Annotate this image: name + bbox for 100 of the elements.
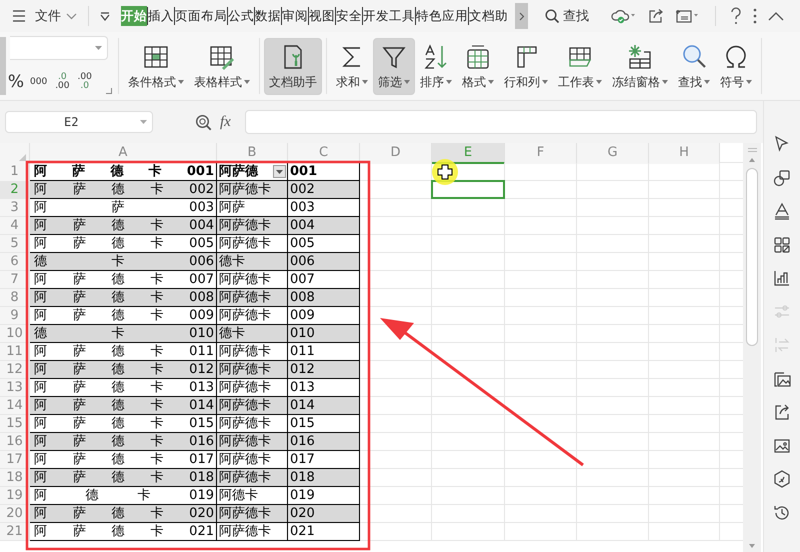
- table-style-button[interactable]: 表格样式: [189, 38, 255, 94]
- format-button[interactable]: 格式: [457, 38, 499, 94]
- table-cell: 阿 萨 德 卡 015: [30, 415, 217, 433]
- table-cell: 阿 萨 德 卡 002: [30, 181, 217, 199]
- share-icon[interactable]: [773, 403, 791, 421]
- worksheet-button[interactable]: 工作表: [553, 38, 607, 94]
- thousands-button[interactable]: 000: [30, 78, 48, 86]
- table-cell: 008: [288, 289, 360, 307]
- table-cell-text: 阿萨德卡: [219, 343, 271, 360]
- file-menu[interactable]: 文件: [35, 7, 61, 25]
- zoom-icon[interactable]: [195, 114, 212, 130]
- table-cell: 阿 萨 德 卡 008: [30, 289, 217, 307]
- split-handle-icon[interactable]: [748, 148, 756, 152]
- function-button[interactable]: fx: [220, 114, 231, 130]
- table-cell: 阿 德 卡 019: [30, 487, 217, 505]
- dialog-launcher-icon[interactable]: [106, 88, 112, 94]
- find-button[interactable]: 查找: [673, 38, 715, 94]
- chart-icon[interactable]: [773, 269, 791, 287]
- table-cell: 阿 萨 德 卡 011: [30, 343, 217, 361]
- table-cell: 005: [288, 235, 360, 253]
- gallery-icon[interactable]: [773, 370, 791, 388]
- table-cell-text: 阿萨德卡: [219, 271, 271, 288]
- sort-button[interactable]: 排序: [415, 38, 457, 94]
- table-cell: 德 卡 006: [30, 253, 217, 271]
- image-icon[interactable]: [773, 436, 791, 454]
- conditional-format-button[interactable]: 条件格式: [123, 38, 189, 94]
- ribbon-tab[interactable]: 安全: [336, 6, 362, 26]
- table-cell: 021: [288, 523, 360, 541]
- ribbon-tab[interactable]: 数据: [255, 6, 281, 26]
- table-cell: 013: [288, 379, 360, 397]
- table-cell: 阿 萨 德 卡 018: [30, 469, 217, 487]
- cloud-sync-icon[interactable]: [611, 8, 637, 24]
- table-cell-text: 阿萨德: [219, 163, 258, 180]
- caret-icon: [542, 80, 548, 84]
- history-icon[interactable]: [773, 504, 791, 522]
- table-cell-text: 阿萨德卡: [219, 505, 271, 522]
- table-cell: 阿 萨 德 卡 017: [30, 451, 217, 469]
- comment-box-icon[interactable]: [675, 8, 701, 24]
- plugin-icon[interactable]: [773, 470, 791, 488]
- table-cell: 阿 萨 德 卡 021: [30, 523, 217, 541]
- table-cell: 016: [288, 433, 360, 451]
- table-cell: 004: [288, 217, 360, 235]
- collapse-ribbon-icon[interactable]: [768, 11, 784, 21]
- caret-icon: [662, 80, 668, 84]
- doc-assistant-button[interactable]: 文档助手: [264, 38, 322, 94]
- tab-scroll-button[interactable]: [515, 3, 528, 29]
- share-icon[interactable]: [648, 8, 664, 24]
- caret-icon: [704, 80, 710, 84]
- scrollbar-thumb[interactable]: [746, 168, 758, 346]
- name-box[interactable]: E2: [5, 111, 153, 133]
- quick-access-dropdown-icon[interactable]: [100, 12, 110, 20]
- caret-icon: [446, 80, 452, 84]
- ribbon-tab[interactable]: 审阅: [282, 6, 308, 26]
- caret-icon: [362, 80, 368, 84]
- apps-icon[interactable]: [773, 236, 791, 254]
- filter-button[interactable]: 筛选: [373, 38, 415, 94]
- table-cell: 007: [288, 271, 360, 289]
- table-cell-text: 阿萨德卡: [219, 415, 271, 432]
- table-cell: 阿 萨 德 卡 014: [30, 397, 217, 415]
- decimal-increase-button[interactable]: .0 .00: [55, 73, 70, 91]
- ribbon-tab[interactable]: 文档助: [469, 6, 508, 26]
- percent-button[interactable]: %: [10, 73, 22, 91]
- sum-button[interactable]: 求和: [331, 38, 373, 94]
- more-icon[interactable]: [753, 8, 757, 24]
- rows-cols-button[interactable]: 行和列: [499, 38, 553, 94]
- ribbon-tab[interactable]: 插入: [148, 6, 174, 26]
- caret-icon: [596, 80, 602, 84]
- table-cell: 阿 萨 003: [30, 199, 217, 217]
- decimal-decrease-button[interactable]: .00 .0: [78, 73, 92, 91]
- table-cell-text: 阿萨德卡: [219, 379, 271, 396]
- freeze-button[interactable]: 冻结窗格: [607, 38, 673, 94]
- caret-icon: [244, 80, 250, 84]
- table-cell: 006: [288, 253, 360, 271]
- shapes-icon[interactable]: [773, 168, 791, 186]
- help-icon[interactable]: [730, 7, 742, 25]
- table-cell-text: 阿萨德卡: [219, 451, 271, 468]
- ribbon-tab[interactable]: 公式: [228, 6, 254, 26]
- table-cell: 阿 萨 德 卡 004: [30, 217, 217, 235]
- symbol-button[interactable]: 符号: [715, 38, 757, 94]
- ribbon-tab[interactable]: 特色应用: [416, 6, 468, 26]
- table-cell: 019: [288, 487, 360, 505]
- text-style-icon[interactable]: [773, 202, 791, 220]
- ribbon-tab[interactable]: 开发工具: [363, 6, 415, 26]
- table-cell-text: 阿萨德卡: [219, 181, 271, 198]
- caret-icon: [276, 170, 283, 174]
- ribbon-tab[interactable]: 页面布局: [175, 6, 227, 26]
- table-cell: 阿 萨 德 卡 009: [30, 307, 217, 325]
- ribbon-tab[interactable]: 视图: [309, 6, 335, 26]
- search-button[interactable]: 查找: [545, 7, 589, 25]
- table-cell: 002: [288, 181, 360, 199]
- table-cell: 009: [288, 307, 360, 325]
- table-cell-text: 阿萨德卡: [219, 361, 271, 378]
- chevron-down-icon[interactable]: [66, 12, 77, 20]
- table-cell: 020: [288, 505, 360, 523]
- table-cell: 003: [288, 199, 360, 217]
- filter-dropdown-button[interactable]: [273, 165, 286, 178]
- table-cell: 阿 萨 德 卡 016: [30, 433, 217, 451]
- formula-input[interactable]: [244, 110, 757, 134]
- menu-icon[interactable]: [12, 10, 26, 22]
- pointer-icon[interactable]: [773, 135, 791, 153]
